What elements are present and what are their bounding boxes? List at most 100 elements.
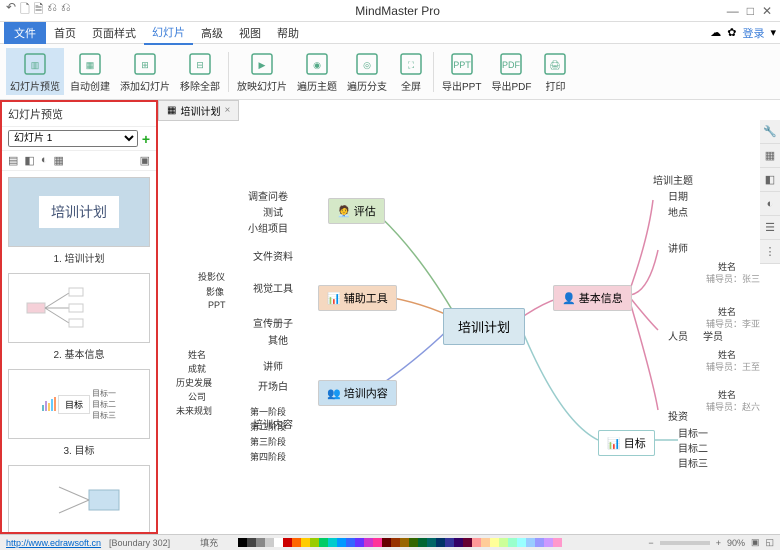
color-swatch[interactable]: [301, 538, 310, 547]
zoom-in[interactable]: +: [716, 538, 721, 548]
node-text[interactable]: 开场白: [258, 378, 288, 393]
color-swatch[interactable]: [463, 538, 472, 547]
tool-button[interactable]: ◐: [760, 192, 780, 216]
node-text[interactable]: 培训主题: [653, 172, 693, 187]
color-swatch[interactable]: [409, 538, 418, 547]
ribbon-导出PDF[interactable]: PDF导出PDF: [487, 48, 535, 95]
color-swatch[interactable]: [355, 538, 364, 547]
zoom-slider[interactable]: [660, 541, 710, 545]
menu-tab-home[interactable]: 首页: [46, 22, 84, 44]
node-text[interactable]: 文件资料: [253, 248, 293, 263]
menu-tab-help[interactable]: 帮助: [269, 22, 307, 44]
node-goal[interactable]: 📊 目标: [598, 430, 655, 456]
node-text[interactable]: 第一阶段: [250, 405, 286, 418]
ribbon-遍历分支[interactable]: ◎遍历分支: [343, 48, 391, 95]
node-text[interactable]: 辅导员：张三: [706, 272, 760, 285]
color-swatch[interactable]: [454, 538, 463, 547]
node-tools[interactable]: 📊 辅助工具: [318, 285, 397, 311]
login-link[interactable]: 登录: [742, 25, 764, 41]
node-text[interactable]: 未来规划: [176, 404, 212, 417]
ribbon-添加幻灯片[interactable]: ⊞添加幻灯片: [116, 48, 174, 95]
node-text[interactable]: 辅导员：王至: [706, 360, 760, 373]
quickbar-btn[interactable]: 🗋: [20, 0, 30, 21]
node-text[interactable]: 目标一: [678, 425, 708, 440]
color-swatch[interactable]: [319, 538, 328, 547]
view-button[interactable]: ▣: [751, 537, 760, 548]
node-text[interactable]: 姓名: [188, 348, 206, 361]
ribbon-打印[interactable]: 🖨打印: [537, 48, 573, 95]
status-url[interactable]: http://www.edrawsoft.cn: [6, 538, 101, 548]
menu-tab-slides[interactable]: 幻灯片: [144, 21, 193, 45]
dropdown-icon[interactable]: ▾: [770, 26, 776, 39]
ribbon-遍历主题[interactable]: ◉遍历主题: [293, 48, 341, 95]
color-swatch[interactable]: [283, 538, 292, 547]
node-text[interactable]: 其他: [268, 332, 288, 347]
node-text[interactable]: 目标二: [678, 440, 708, 455]
color-swatch[interactable]: [310, 538, 319, 547]
color-swatch[interactable]: [472, 538, 481, 547]
color-swatch[interactable]: [373, 538, 382, 547]
color-swatch[interactable]: [499, 538, 508, 547]
node-text[interactable]: 学员: [703, 328, 723, 343]
tool-button[interactable]: 🔧: [760, 120, 780, 144]
node-text[interactable]: 调查问卷: [248, 188, 288, 203]
color-swatch[interactable]: [517, 538, 526, 547]
menu-tab-style[interactable]: 页面样式: [84, 22, 144, 44]
menu-tab-advanced[interactable]: 高级: [193, 22, 231, 44]
color-swatch[interactable]: [247, 538, 256, 547]
node-text[interactable]: 人员: [668, 328, 688, 343]
close-tab-icon[interactable]: ×: [224, 105, 230, 116]
node-text[interactable]: 日期: [668, 188, 688, 203]
color-swatch[interactable]: [427, 538, 436, 547]
tool-button[interactable]: ◧: [760, 168, 780, 192]
star-icon[interactable]: ✿: [727, 26, 736, 39]
node-text[interactable]: 投资: [668, 408, 688, 423]
node-text[interactable]: 影像: [206, 285, 224, 298]
node-text[interactable]: 辅导员：李亚: [706, 317, 760, 330]
tool-icon[interactable]: ▤: [8, 154, 18, 167]
node-content[interactable]: 👥 培训内容: [318, 380, 397, 406]
slide-thumb[interactable]: 目标 目标一目标二目标三 3. 目标: [8, 369, 150, 457]
color-swatch[interactable]: [337, 538, 346, 547]
minimize-button[interactable]: —: [727, 4, 739, 18]
color-swatch[interactable]: [265, 538, 274, 547]
node-text[interactable]: 投影仪: [198, 270, 225, 283]
slide-thumb[interactable]: [8, 465, 150, 532]
node-text[interactable]: 地点: [668, 204, 688, 219]
color-swatch[interactable]: [508, 538, 517, 547]
node-text[interactable]: 讲师: [668, 240, 688, 255]
node-text[interactable]: 目标三: [678, 455, 708, 470]
color-swatch[interactable]: [346, 538, 355, 547]
node-text[interactable]: 第二阶段: [250, 420, 286, 433]
node-text[interactable]: 辅导员：赵六: [706, 400, 760, 413]
node-eval[interactable]: 🧑‍💼 评估: [328, 198, 385, 224]
quickbar-btn[interactable]: 🗎: [34, 0, 44, 21]
color-swatch[interactable]: [553, 538, 562, 547]
color-swatch[interactable]: [526, 538, 535, 547]
node-text[interactable]: 宣传册子: [253, 315, 293, 330]
node-text[interactable]: 小组项目: [248, 220, 288, 235]
tool-button[interactable]: ⋮: [760, 240, 780, 264]
canvas[interactable]: ▦ 培训计划 × 培训计划 🧑‍💼 评估 调查问卷 测试 小组项目: [158, 100, 780, 534]
quickbar-btn[interactable]: ↶: [6, 0, 16, 21]
zoom-out[interactable]: −: [648, 538, 653, 548]
view-button[interactable]: ◱: [765, 537, 774, 548]
node-text[interactable]: 成就: [188, 362, 206, 375]
tool-button[interactable]: ▦: [760, 144, 780, 168]
node-text[interactable]: 视觉工具: [253, 280, 293, 295]
node-text[interactable]: 第四阶段: [250, 450, 286, 463]
color-swatch[interactable]: [490, 538, 499, 547]
tool-button[interactable]: ☰: [760, 216, 780, 240]
tool-icon[interactable]: ◧: [24, 154, 34, 167]
quickbar-btn[interactable]: ⎌: [47, 0, 57, 21]
color-swatch[interactable]: [436, 538, 445, 547]
center-node[interactable]: 培训计划: [443, 308, 525, 345]
color-swatch[interactable]: [481, 538, 490, 547]
color-swatch[interactable]: [400, 538, 409, 547]
tool-icon[interactable]: ▦: [53, 154, 63, 167]
color-swatch[interactable]: [445, 538, 454, 547]
tool-icon[interactable]: ▣: [140, 154, 150, 167]
color-swatch[interactable]: [256, 538, 265, 547]
maximize-button[interactable]: □: [747, 4, 754, 18]
color-swatch[interactable]: [391, 538, 400, 547]
